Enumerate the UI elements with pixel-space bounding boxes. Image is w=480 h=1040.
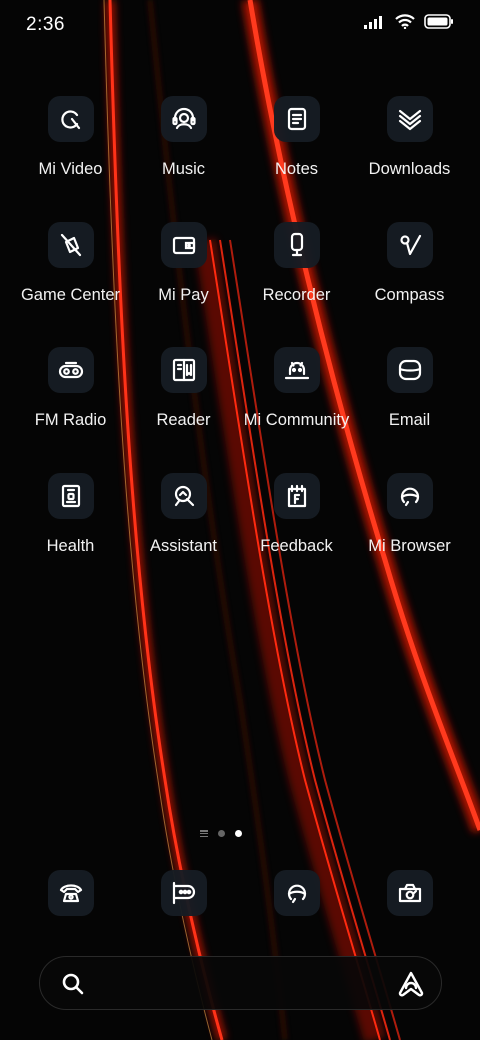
status-icons (364, 14, 454, 29)
app-icon-tile (160, 96, 207, 142)
app-label: Reader (156, 411, 211, 429)
app-label: Mi Pay (158, 285, 209, 304)
app-label: Health (46, 536, 95, 555)
search-bar[interactable] (39, 956, 442, 1010)
page-indicator[interactable] (200, 830, 242, 837)
app-icon-tile (386, 221, 433, 268)
page-dot (218, 830, 225, 837)
assistant-icon (174, 485, 194, 506)
app-icon-tile (47, 347, 94, 393)
app-label: Recorder (262, 285, 331, 304)
app-label: Notes (274, 160, 319, 178)
notebook-icon (287, 107, 306, 131)
microphone-icon (290, 232, 303, 256)
app-mi-pay[interactable]: Mi Pay (127, 221, 240, 348)
app-health[interactable]: Health (14, 472, 127, 599)
app-label: Compass (374, 285, 445, 304)
page-indicator-menu-icon (200, 830, 208, 837)
app-recorder[interactable]: Recorder (240, 221, 353, 348)
app-feedback[interactable]: Feedback (240, 472, 353, 599)
app-email[interactable]: Email (353, 347, 466, 473)
app-mi-community[interactable]: Mi Community (240, 347, 353, 473)
app-label: FM Radio (34, 411, 107, 429)
app-downloads[interactable]: Downloads (353, 96, 466, 222)
headset-icon (171, 107, 196, 130)
app-icon-tile (47, 96, 94, 142)
app-assistant[interactable]: Assistant (127, 472, 240, 599)
app-reader[interactable]: Reader (127, 347, 240, 473)
app-mi-video[interactable]: Mi Video (14, 96, 127, 222)
app-icon-tile (160, 472, 207, 519)
radio-icon (58, 361, 83, 379)
robot-icon (284, 361, 309, 380)
camera-icon (398, 883, 421, 903)
status-bar: 2:36 (0, 0, 480, 52)
app-label: Music (161, 160, 206, 178)
app-mi-browser[interactable]: Mi Browser (353, 472, 466, 599)
feedback-icon (287, 484, 306, 507)
app-icon-tile (273, 221, 320, 268)
book-icon (172, 358, 195, 382)
app-label: Mi Browser (368, 536, 451, 555)
app-label: Mi Video (38, 160, 103, 178)
health-icon (61, 484, 80, 507)
search-icon[interactable] (60, 971, 86, 997)
app-icon-tile (47, 472, 94, 519)
app-compass[interactable]: Compass (353, 221, 466, 348)
app-icon-tile (273, 96, 320, 142)
messages-icon (172, 881, 195, 905)
wifi-icon (395, 14, 415, 29)
app-label: Email (388, 411, 431, 429)
mail-icon (398, 359, 421, 381)
signal-icon (364, 15, 382, 29)
browser-icon (287, 884, 306, 904)
app-label: Assistant (150, 536, 217, 555)
play-icon (60, 110, 80, 130)
app-label: Feedback (260, 536, 333, 555)
dock-browser[interactable] (273, 870, 320, 916)
app-icon-tile (160, 221, 207, 268)
app-notes[interactable]: Notes (240, 96, 353, 222)
dock (14, 870, 466, 916)
app-icon-tile (386, 96, 433, 142)
download-chevrons-icon (398, 109, 421, 131)
app-fm-radio[interactable]: FM Radio (14, 347, 127, 473)
app-icon-tile (47, 221, 94, 268)
page-dot-active (235, 830, 242, 837)
app-icon-tile (273, 472, 320, 519)
app-grid: Mi Video Music Notes Downloads Game Cent… (14, 96, 466, 598)
app-label: Mi Community (243, 411, 350, 429)
compass-icon (399, 234, 421, 255)
app-icon-tile (273, 347, 320, 393)
browser-icon (400, 487, 419, 506)
app-icon-tile (160, 347, 207, 393)
app-label: Downloads (368, 160, 451, 178)
status-time: 2:36 (26, 14, 65, 35)
app-game-center[interactable]: Game Center (14, 221, 127, 348)
dock-phone[interactable] (47, 870, 94, 916)
app-icon-tile (386, 347, 433, 393)
dock-camera[interactable] (386, 870, 433, 916)
phone-icon (59, 884, 82, 903)
wallet-icon (172, 236, 195, 254)
app-label: Game Center (20, 285, 121, 304)
game-icon (60, 233, 81, 256)
assistant-icon[interactable] (397, 970, 425, 998)
app-music[interactable]: Music (127, 96, 240, 222)
app-icon-tile (386, 472, 433, 519)
dock-messages[interactable] (160, 870, 207, 916)
battery-icon (424, 14, 453, 29)
